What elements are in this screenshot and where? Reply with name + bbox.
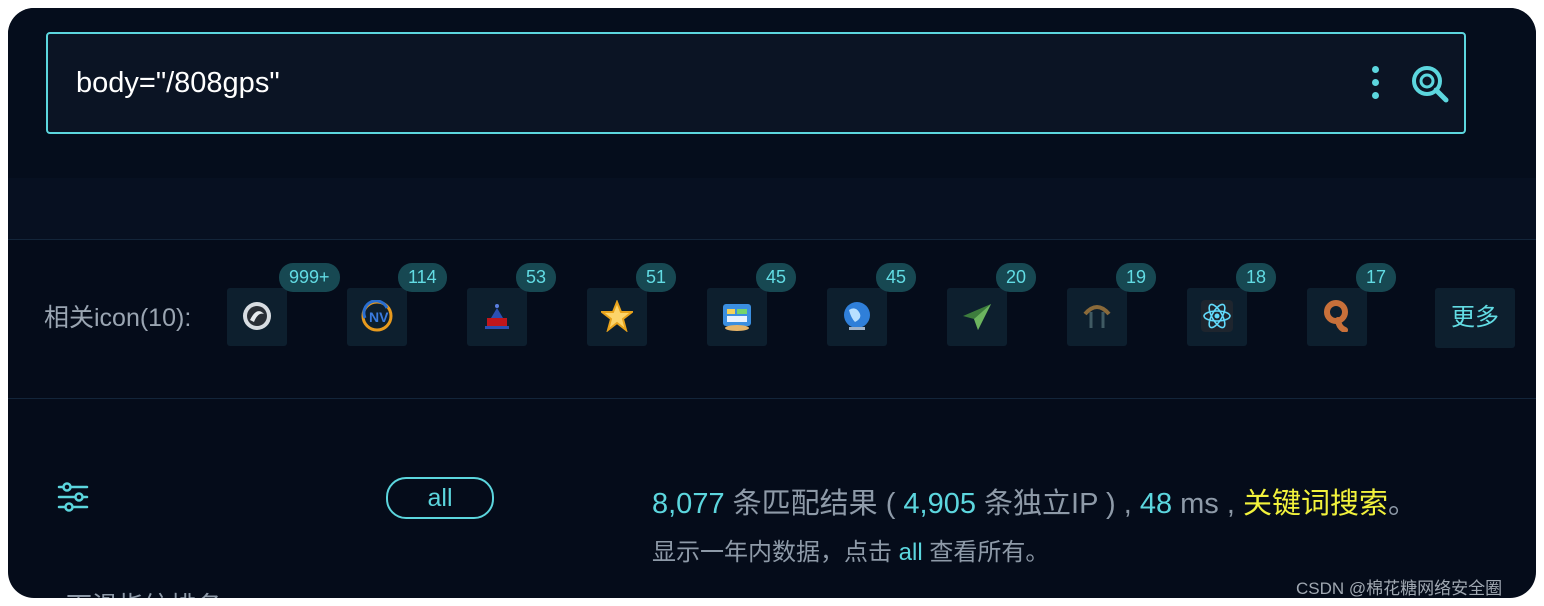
sub-prefix: 显示一年内数据，点击 [652, 539, 899, 566]
icon-count-badge: 999+ [279, 263, 340, 292]
search-input[interactable]: body="/808gps" [46, 32, 1466, 134]
icon-count-badge: 45 [876, 263, 917, 292]
match-text: 条匹配结果 ( [724, 488, 904, 520]
icon-count-badge: 19 [1116, 263, 1157, 292]
more-icons-button[interactable]: 更多 [1435, 288, 1515, 348]
paper-plane-icon [963, 304, 991, 330]
related-icon-6[interactable] [827, 288, 887, 346]
result-summary: 8,077 条匹配结果 ( 4,905 条独立IP ) , 48 ms , 关键… [652, 484, 1417, 524]
icon-count-badge: 45 [756, 263, 797, 292]
end-punct: 。 [1388, 488, 1418, 520]
icon-count-badge: 20 [996, 263, 1037, 292]
divider [8, 398, 1536, 399]
match-count: 8,077 [652, 488, 725, 520]
all-filter-button[interactable]: all [386, 477, 494, 519]
icon-count-badge: 53 [516, 263, 557, 292]
divider [8, 239, 1536, 240]
more-options-icon[interactable] [1360, 64, 1390, 102]
related-icon-8[interactable] [1067, 288, 1127, 346]
nv-logo-icon: NV [361, 300, 393, 332]
related-icon-4[interactable] [587, 288, 647, 346]
related-icon-10[interactable] [1307, 288, 1367, 346]
icon-count-badge: 18 [1236, 263, 1277, 292]
ranking-heading: 下滑指纹排名 [66, 586, 222, 598]
icon-count-badge: 17 [1356, 263, 1397, 292]
all-link[interactable]: all [899, 539, 923, 566]
svg-text:NV: NV [369, 309, 389, 325]
ring-emblem-icon [243, 302, 271, 330]
building-logo-icon [485, 304, 509, 329]
atom-icon [1201, 300, 1233, 332]
result-subtext: 显示一年内数据，点击 all 查看所有。 [652, 536, 1049, 570]
search-query-text[interactable]: body="/808gps" [76, 34, 280, 132]
related-icon-9[interactable] [1187, 288, 1247, 346]
search-header: body="/808gps" [8, 8, 1536, 178]
related-icon-5[interactable] [707, 288, 767, 346]
keyword-search-link[interactable]: 关键词搜索 [1243, 488, 1388, 520]
star-icon [601, 300, 633, 332]
ip-text: 条独立IP ) , [976, 488, 1140, 520]
sub-suffix: 查看所有。 [922, 539, 1050, 566]
copper-hook-icon [1324, 300, 1348, 332]
ip-count: 4,905 [903, 488, 976, 520]
window-app-icon [723, 304, 751, 331]
globe-icon [844, 302, 870, 330]
watermark: CSDN @棉花糖网络安全圈 [1296, 579, 1503, 598]
arch-icon [1083, 305, 1111, 328]
search-icon[interactable] [1410, 64, 1450, 104]
related-icon-3[interactable] [467, 288, 527, 346]
related-icon-7[interactable] [947, 288, 1007, 346]
related-icon-1[interactable] [227, 288, 287, 346]
separator-band [8, 178, 1536, 240]
icon-count-badge: 51 [636, 263, 677, 292]
related-icon-2[interactable]: NV [347, 288, 407, 346]
icon-count-badge: 114 [398, 263, 447, 292]
related-icons-label: 相关icon(10): [44, 304, 192, 332]
filter-settings-icon[interactable] [56, 480, 90, 514]
time-value: 48 [1139, 488, 1173, 520]
time-unit: ms , [1172, 488, 1243, 520]
search-results-panel: body="/808gps" 相关icon(10): NV 999+ 114 5… [8, 8, 1536, 598]
